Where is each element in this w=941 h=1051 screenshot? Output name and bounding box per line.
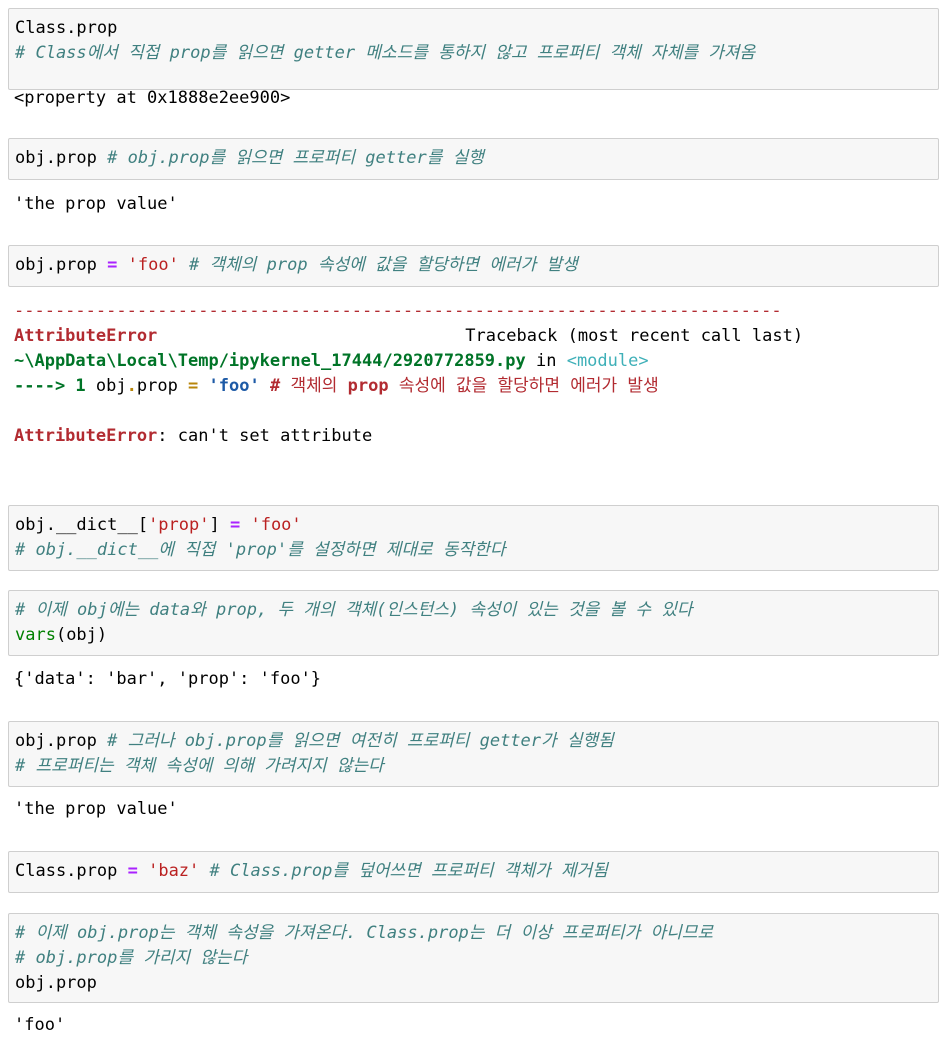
- cell-output-1: <property at 0x1888e2ee900>: [14, 88, 291, 108]
- code-comment-prop: prop: [347, 376, 389, 396]
- code-line: obj.prop = 'foo' # 객체의 prop 속성에 값을 할당하면 …: [15, 253, 938, 278]
- code-comment: # Class에서 직접 prop를 읽으면 getter 메소드를 통하지 않…: [15, 43, 756, 63]
- line-arrow: ----> 1: [14, 376, 96, 396]
- code-line: vars(obj): [15, 623, 938, 648]
- code-cell-7[interactable]: Class.prop = 'baz' # Class.prop를 덮어쓰면 프로…: [8, 851, 939, 893]
- error-name: AttributeError: [14, 326, 158, 346]
- code-comment: # Class.prop를 덮어쓰면 프로퍼티 객체가 제거됨: [199, 861, 608, 881]
- error-name: AttributeError: [14, 426, 158, 446]
- module-name: <module>: [566, 351, 649, 371]
- code-line: obj.prop # 그러나 obj.prop를 읽으면 여전히 프로퍼티 ge…: [15, 729, 938, 754]
- string-literal: 'foo': [250, 515, 302, 535]
- code-text: obj.prop: [15, 731, 108, 751]
- assign-operator: =: [127, 861, 138, 881]
- code-comment: # obj.prop를 가리지 않는다: [15, 948, 248, 968]
- traceback-label: Traceback (most recent call last): [465, 326, 804, 346]
- code-line: obj.prop # obj.prop를 읽으면 프로퍼티 getter를 실행: [15, 146, 938, 171]
- string-literal: 'baz': [148, 861, 200, 881]
- code-text: Class.prop: [15, 861, 128, 881]
- builtin-name: vars: [15, 625, 56, 645]
- code-prop: prop: [136, 376, 189, 396]
- code-cell-6[interactable]: obj.prop # 그러나 obj.prop를 읽으면 여전히 프로퍼티 ge…: [8, 721, 939, 787]
- code-cell-4[interactable]: obj.__dict__['prop'] = 'foo' # obj.__dic…: [8, 505, 939, 571]
- code-cell-8[interactable]: # 이제 obj.prop는 객체 속성을 가져온다. Class.prop는 …: [8, 913, 939, 1003]
- code-comment: # obj.__dict__에 직접 'prop'를 설정하면 제대로 동작한다: [15, 540, 506, 560]
- code-cell-5[interactable]: # 이제 obj에는 data와 prop, 두 개의 객체(인스턴스) 속성이…: [8, 590, 939, 656]
- traceback-location: ~\AppData\Local\Temp/ipykernel_17444/292…: [14, 349, 840, 374]
- cell-output-5: {'data': 'bar', 'prop': 'foo'}: [14, 669, 322, 689]
- assign-operator: =: [229, 515, 241, 535]
- code-comment: # 프로퍼티는 객체 속성에 의해 가려지지 않는다: [15, 756, 384, 776]
- code-comment-part: 객체의: [280, 376, 348, 396]
- code-str: 'foo': [208, 376, 260, 396]
- code-comment: # 객체의 prop 속성에 값을 할당하면 에러가 발생: [178, 255, 578, 275]
- code-text: Class.prop: [15, 18, 118, 38]
- code-line: obj.prop: [15, 973, 97, 993]
- code-line: obj.__dict__['prop'] = 'foo': [15, 513, 938, 538]
- code-text: obj.__dict__[: [15, 515, 149, 535]
- error-message: : can't set attribute: [157, 426, 373, 446]
- code-text: ]: [209, 515, 230, 535]
- code-line: Class.prop = 'baz' # Class.prop를 덮어쓰면 프로…: [15, 859, 938, 884]
- code-text: obj.prop: [15, 255, 108, 275]
- code-text: obj.prop: [15, 148, 108, 168]
- code-dot: .: [126, 376, 137, 396]
- code-cell-3[interactable]: obj.prop = 'foo' # 객체의 prop 속성에 값을 할당하면 …: [8, 245, 939, 287]
- code-eq: =: [188, 376, 199, 396]
- code-text: (obj): [55, 625, 108, 645]
- assign-operator: =: [107, 255, 118, 275]
- code-comment: # 이제 obj에는 data와 prop, 두 개의 객체(인스턴스) 속성이…: [15, 600, 693, 620]
- cell-output-8: 'foo': [14, 1015, 66, 1035]
- in-text: in: [525, 351, 567, 371]
- code-cell-2[interactable]: obj.prop # obj.prop를 읽으면 프로퍼티 getter를 실행: [8, 138, 939, 180]
- string-literal: 'prop': [148, 515, 210, 535]
- code-comment: # 이제 obj.prop는 객체 속성을 가져온다. Class.prop는 …: [15, 923, 714, 943]
- code-comment: # 그러나 obj.prop를 읽으면 여전히 프로퍼티 getter가 실행됨: [107, 731, 614, 751]
- error-traceback: ----------------------------------------…: [14, 299, 840, 449]
- cell-output-6: 'the prop value': [14, 799, 178, 819]
- code-comment-part: 속성에 값을 할당하면 에러가 발생: [388, 376, 659, 396]
- code-obj: obj: [95, 376, 127, 396]
- string-literal: 'foo': [127, 255, 179, 275]
- file-path: ~\AppData\Local\Temp/ipykernel_17444/292…: [14, 351, 526, 371]
- cell-output-2: 'the prop value': [14, 194, 178, 214]
- final-error: AttributeError: can't set attribute: [14, 424, 840, 449]
- code-hash: #: [269, 376, 281, 396]
- traceback-code-line: ----> 1 obj.prop = 'foo' # 객체의 prop 속성에 …: [14, 374, 840, 399]
- code-cell-1[interactable]: Class.prop # Class에서 직접 prop를 읽으면 getter…: [8, 8, 939, 90]
- traceback-header: AttributeError Traceback (most recent cal…: [14, 324, 840, 349]
- code-comment: # obj.prop를 읽으면 프로퍼티 getter를 실행: [107, 148, 484, 168]
- code-line: Class.prop: [15, 16, 938, 41]
- traceback-divider: ----------------------------------------…: [14, 301, 782, 321]
